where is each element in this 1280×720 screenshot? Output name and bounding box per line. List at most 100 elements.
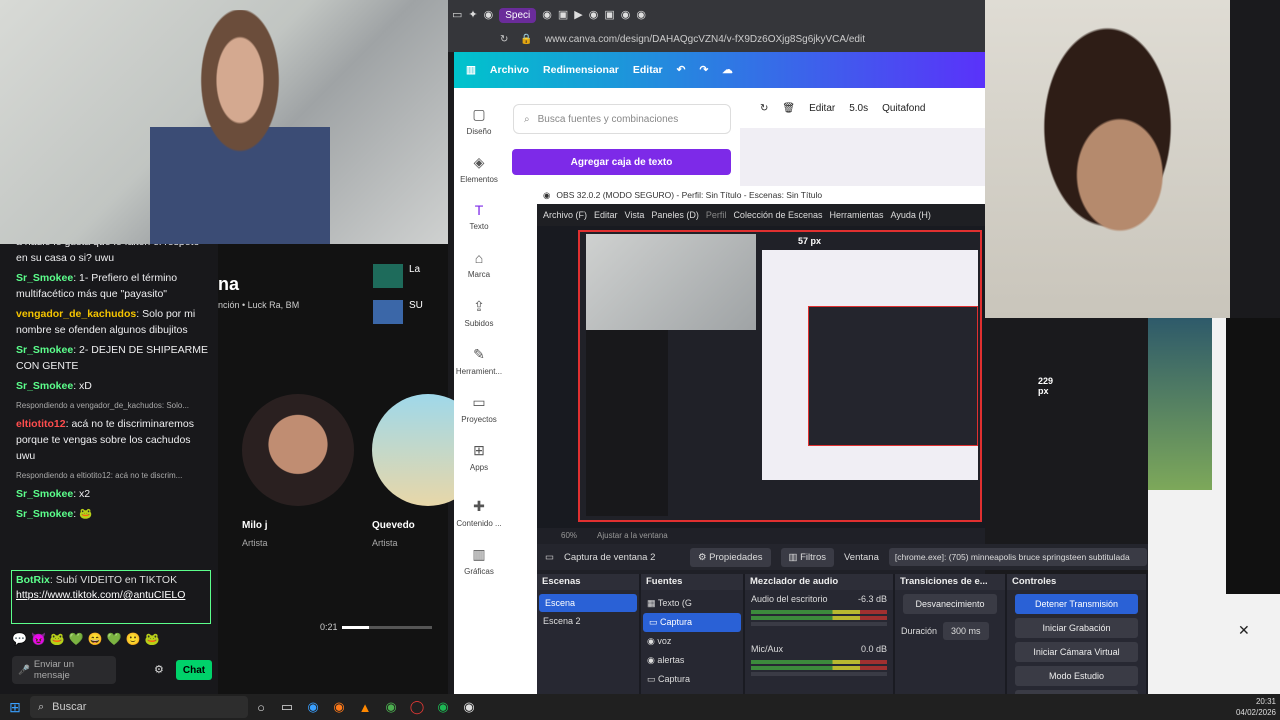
sidebar-item-charts[interactable]: ▥ Gráficas (454, 546, 504, 576)
file-menu[interactable]: Archivo (490, 64, 529, 76)
duration-button[interactable]: 5.0s (849, 103, 868, 114)
trash-icon[interactable]: 🗑 (782, 103, 795, 114)
emote-icon[interactable]: 😈 (31, 632, 46, 646)
start-recording-button[interactable]: Iniciar Grabación (1015, 618, 1138, 638)
sidebar-item-tools[interactable]: ✎ Herramient... (454, 346, 504, 376)
tiktok-link[interactable]: https://www.tiktok.com/@antuCIELO (16, 589, 185, 601)
chat-send-button[interactable]: Chat (176, 660, 212, 680)
task-view-icon[interactable]: ○ (248, 694, 274, 720)
chrome-icon[interactable]: ◉ (378, 694, 404, 720)
volume-slider[interactable] (751, 672, 887, 676)
sidebar-item-elements[interactable]: ◈ Elementos (454, 154, 504, 184)
emote-icon[interactable]: 😄 (88, 632, 103, 646)
tab-icon[interactable]: ◉ (542, 8, 552, 23)
tab-icon[interactable]: ✦ (468, 8, 477, 23)
emote-icon[interactable]: 🐸 (145, 632, 160, 646)
settings-icon[interactable]: ⚙ (154, 663, 164, 676)
reload-icon[interactable]: ↻ (500, 34, 508, 45)
emote-icon[interactable]: 💬 (12, 632, 27, 646)
address-bar[interactable]: ↻ 🔒 www.canva.com/design/DAHAQgcVZN4/v-f… (494, 30, 982, 48)
spotify-panel: na nción • Luck Ra, BM La SU Milo j Arti… (218, 244, 484, 694)
sidebar-toggle-icon[interactable]: ▥ (466, 64, 476, 76)
tab-icon[interactable]: ▭ (452, 8, 462, 23)
undo-icon[interactable]: ↶ (677, 64, 686, 76)
edit-menu[interactable]: Editar (633, 64, 663, 76)
active-tab[interactable]: Speci (499, 8, 537, 23)
source-item[interactable]: ◉ voz (641, 632, 743, 651)
filters-button[interactable]: ▥ Filtros (780, 547, 834, 567)
menu-file[interactable]: Archivo (F) (543, 210, 587, 220)
window-select[interactable]: [chrome.exe]: (705) minneapolis bruce sp… (888, 548, 1147, 566)
emote-icon[interactable]: 🙂 (126, 632, 141, 646)
firefox-icon[interactable]: ◉ (326, 694, 352, 720)
menu-view[interactable]: Vista (625, 210, 645, 220)
refresh-icon[interactable]: ↻ (760, 103, 768, 114)
obs-titlebar: ◉ OBS 32.0.2 (MODO SEGURO) - Perfil: Sin … (537, 186, 985, 204)
start-virtual-camera-button[interactable]: Iniciar Cámara Virtual (1015, 642, 1138, 662)
sidebar-item-uploads[interactable]: ⇪ Subidos (454, 298, 504, 328)
sidebar-item-content[interactable]: ✚ Contenido ... (454, 498, 504, 528)
tab-icon[interactable]: ◉ (484, 8, 494, 23)
remove-bg-button[interactable]: Quitafond (882, 103, 925, 114)
vlc-icon[interactable]: ▲ (352, 694, 378, 720)
font-search-input[interactable]: ⌕ Busca fuentes y combinaciones (513, 104, 731, 134)
emote-icon[interactable]: 💚 (107, 632, 122, 646)
properties-button[interactable]: ⚙ Propiedades (689, 547, 771, 567)
sidebar-item-projects[interactable]: ▭ Proyectos (454, 394, 504, 424)
sidebar-item-text[interactable]: T Texto (454, 202, 504, 231)
cloud-icon[interactable]: ☁ (722, 64, 733, 76)
source-item[interactable]: ◉ alertas (641, 651, 743, 670)
opera-icon[interactable]: ◯ (404, 694, 430, 720)
folder-icon[interactable]: ▭ (274, 694, 300, 720)
system-clock[interactable]: 20:31 04/02/2026 (1236, 696, 1276, 718)
chat-input[interactable]: 🎤 Enviar un mensaje (12, 656, 116, 684)
duration-input[interactable]: 300 ms (943, 622, 989, 640)
webcam-feed (985, 0, 1230, 318)
canva-sidebar: ▢ Diseño ◈ Elementos T Texto ⌂ Marca ⇪ Subido… (454, 88, 504, 694)
tab-icon[interactable]: ▣ (558, 8, 568, 23)
menu-profile[interactable]: Perfil (706, 210, 727, 220)
windows-start-icon[interactable]: ⊞ (0, 694, 30, 720)
tab-icon[interactable]: ▶ (574, 8, 582, 23)
resize-button[interactable]: Redimensionar (543, 64, 619, 76)
emote-icon[interactable]: 🐸 (50, 632, 65, 646)
taskbar-search[interactable]: ⌕ Buscar (30, 696, 248, 718)
source-item[interactable]: ▭ Captura (643, 613, 741, 632)
source-item[interactable]: ▦ Texto (G (641, 594, 743, 613)
scene-item[interactable]: Escena (539, 594, 637, 612)
redo-icon[interactable]: ↷ (699, 64, 708, 76)
obs-scene-bounds[interactable]: 57 px 229 px (578, 230, 1053, 522)
artist-avatar[interactable] (242, 394, 354, 506)
menu-scene-collection[interactable]: Colección de Escenas (733, 210, 822, 220)
side-item[interactable] (373, 264, 403, 288)
edit-button[interactable]: Editar (809, 103, 835, 114)
studio-mode-button[interactable]: Modo Estudio (1015, 666, 1138, 686)
tab-icon[interactable]: ▣ (604, 8, 614, 23)
sidebar-item-apps[interactable]: ⊞ Apps (454, 442, 504, 472)
add-text-button[interactable]: Agregar caja de texto (512, 149, 731, 175)
spotify-icon[interactable]: ◉ (430, 694, 456, 720)
scene-item[interactable]: Escena 2 (537, 612, 639, 630)
sidebar-item-brand[interactable]: ⌂ Marca (454, 250, 504, 279)
close-icon[interactable]: ✕ (1238, 622, 1250, 639)
menu-edit[interactable]: Editar (594, 210, 618, 220)
stop-streaming-button[interactable]: Detener Transmisión (1015, 594, 1138, 614)
volume-slider[interactable] (751, 622, 887, 626)
tab-icon[interactable]: ◉ (636, 8, 646, 23)
emote-bar[interactable]: 💬 😈 🐸 💚 😄 💚 🙂 🐸 (12, 632, 160, 646)
tab-icon[interactable]: ◉ (621, 8, 631, 23)
sidebar-item-design[interactable]: ▢ Diseño (454, 106, 504, 136)
transition-select[interactable]: Desvanecimiento (903, 594, 997, 614)
edge-icon[interactable]: ◉ (300, 694, 326, 720)
mic-icon[interactable]: 🎤 (18, 665, 30, 676)
menu-docks[interactable]: Paneles (D) (651, 210, 699, 220)
emote-icon[interactable]: 💚 (69, 632, 84, 646)
browser-tabs[interactable]: ▭ ✦ ◉ Speci ◉ ▣ ▶ ◉ ▣ ◉ ◉ (452, 8, 646, 23)
obs-icon[interactable]: ◉ (456, 694, 482, 720)
tab-icon[interactable]: ◉ (589, 8, 599, 23)
menu-help[interactable]: Ayuda (H) (891, 210, 931, 220)
source-item[interactable]: ▭ Captura (641, 670, 743, 689)
progress-bar[interactable] (342, 626, 432, 629)
side-item[interactable] (373, 300, 403, 324)
menu-tools[interactable]: Herramientas (830, 210, 884, 220)
